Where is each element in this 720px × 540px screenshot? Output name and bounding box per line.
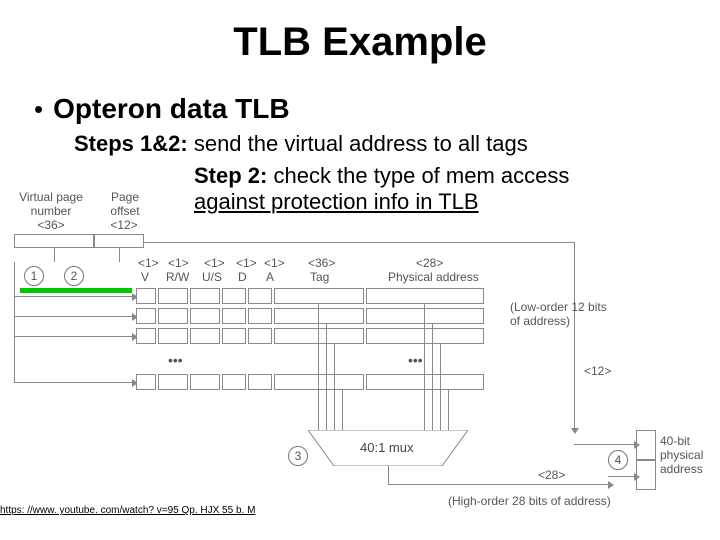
tlb-diagram: Virtual page number <36> Page offset <12… (8, 204, 712, 504)
wire (342, 390, 343, 430)
green-highlight (20, 288, 132, 293)
wire (14, 296, 132, 297)
wire (432, 324, 433, 430)
wire (424, 304, 425, 430)
vpn-bits: <36> (26, 218, 76, 232)
mux-label: 40:1 mux (360, 440, 413, 455)
wire (574, 242, 575, 428)
po-bits: <12> (104, 218, 144, 232)
col-v: V (141, 270, 149, 284)
col-rw: R/W (166, 270, 189, 284)
wire (608, 476, 634, 477)
step-2-line: Step 2: check the type of mem access (194, 163, 696, 189)
wire (54, 248, 55, 262)
wire (388, 466, 389, 484)
col-rw-bits: <1> (168, 256, 189, 270)
po-label: Page offset (100, 190, 150, 218)
step-circle-3: 3 (288, 446, 308, 466)
col-d: D (238, 270, 247, 284)
col-pa-bits: <28> (416, 256, 443, 270)
wire (334, 344, 335, 430)
wire (14, 382, 132, 383)
wire (326, 324, 327, 430)
wire (574, 444, 634, 445)
lower-bits-label: (Low-order 12 bits of address) (510, 300, 650, 328)
col-us-bits: <1> (204, 256, 225, 270)
page-title: TLB Example (24, 20, 696, 65)
wire (318, 304, 319, 430)
vpn-label: Virtual page number (16, 190, 86, 218)
bullet-text: Opteron data TLB (53, 93, 289, 125)
step-2-text: check the type of mem access (267, 163, 569, 188)
wire (14, 316, 132, 317)
lower-bits-angle: <12> (584, 364, 611, 378)
step-circle-4: 4 (608, 450, 628, 470)
step-circle-2: 2 (64, 266, 84, 286)
col-us: U/S (202, 270, 222, 284)
wire (448, 390, 449, 430)
step-12-line: Steps 1&2: send the virtual address to a… (74, 131, 696, 157)
col-tag-bits: <36> (308, 256, 335, 270)
col-v-bits: <1> (138, 256, 159, 270)
ellipsis: ••• (408, 352, 423, 368)
col-a: A (266, 270, 274, 284)
wire (440, 344, 441, 430)
step-2-label: Step 2: (194, 163, 267, 188)
vpn-box (14, 234, 94, 248)
step-12-text: send the virtual address to all tags (188, 131, 528, 156)
wire (144, 242, 574, 243)
po-box (94, 234, 144, 248)
wire (388, 484, 608, 485)
result-label: 40-bit physical address (660, 434, 716, 476)
col-pa: Physical address (388, 270, 479, 284)
bullet-dot: • (34, 96, 43, 122)
col-a-bits: <1> (264, 256, 285, 270)
high-bits-label: (High-order 28 bits of address) (448, 494, 611, 508)
wire (14, 336, 132, 337)
wire (119, 248, 120, 262)
youtube-link[interactable]: https: //www. youtube. com/watch? v=95 Q… (0, 505, 255, 516)
col-tag: Tag (310, 270, 329, 284)
wire (14, 262, 15, 383)
step-12-label: Steps 1&2: (74, 131, 188, 156)
bullet-line: • Opteron data TLB (34, 93, 696, 125)
col-d-bits: <1> (236, 256, 257, 270)
ellipsis: ••• (168, 352, 183, 368)
step-circle-1: 1 (24, 266, 44, 286)
high-bits-angle: <28> (538, 468, 565, 482)
